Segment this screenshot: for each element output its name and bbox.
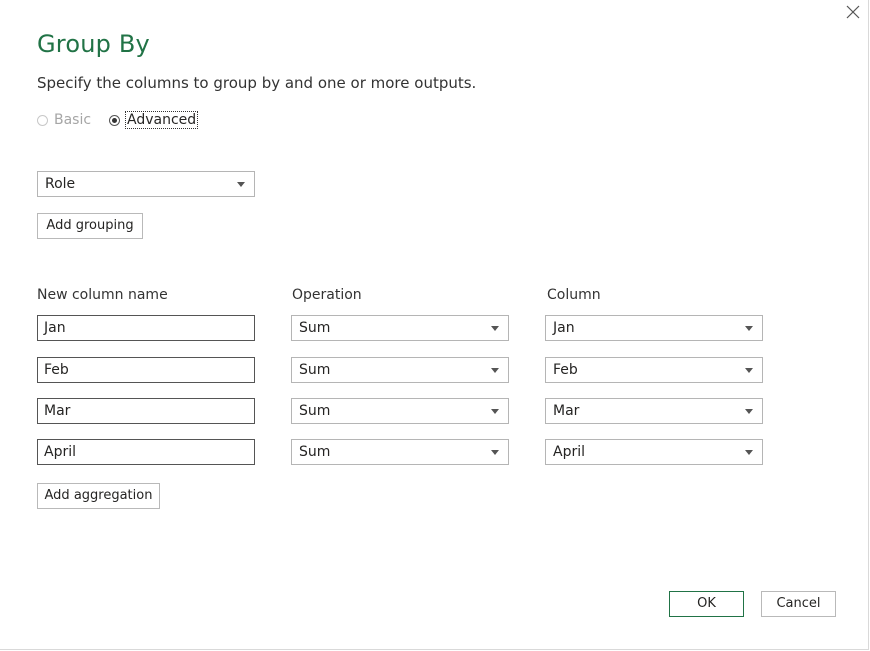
cancel-button[interactable]: Cancel	[761, 591, 836, 617]
column-dropdown[interactable]: April	[545, 439, 763, 465]
new-column-name-input[interactable]: Feb	[37, 357, 255, 383]
column-dropdown[interactable]: Feb	[545, 357, 763, 383]
add-aggregation-button[interactable]: Add aggregation	[37, 483, 160, 509]
operation-header: Operation	[292, 287, 362, 303]
new-column-name-input[interactable]: Mar	[37, 398, 255, 424]
column-dropdown[interactable]: Mar	[545, 398, 763, 424]
column-value: Feb	[553, 362, 578, 378]
column-value: April	[553, 444, 585, 460]
operation-value: Sum	[299, 362, 331, 378]
chevron-down-icon	[745, 450, 753, 455]
group-column-dropdown[interactable]: Role	[37, 171, 255, 197]
chevron-down-icon	[745, 409, 753, 414]
column-dropdown[interactable]: Jan	[545, 315, 763, 341]
operation-value: Sum	[299, 403, 331, 419]
ok-button[interactable]: OK	[669, 591, 744, 617]
operation-dropdown[interactable]: Sum	[291, 315, 509, 341]
chevron-down-icon	[491, 450, 499, 455]
chevron-down-icon	[745, 326, 753, 331]
group-column-value: Role	[45, 176, 76, 192]
advanced-radio-label: Advanced	[124, 111, 199, 129]
radio-circle-icon	[37, 114, 48, 126]
new-column-name-input[interactable]: April	[37, 439, 255, 465]
chevron-down-icon	[237, 182, 245, 187]
column-value: Mar	[553, 403, 580, 419]
chevron-down-icon	[491, 409, 499, 414]
column-header: Column	[547, 287, 601, 303]
operation-value: Sum	[299, 444, 331, 460]
chevron-down-icon	[491, 326, 499, 331]
group-by-dialog: Group By Specify the columns to group by…	[0, 0, 869, 650]
operation-value: Sum	[299, 320, 331, 336]
advanced-radio[interactable]: Advanced	[109, 110, 199, 130]
add-grouping-button[interactable]: Add grouping	[37, 213, 143, 239]
operation-dropdown[interactable]: Sum	[291, 357, 509, 383]
new-column-name-input[interactable]: Jan	[37, 315, 255, 341]
column-value: Jan	[553, 320, 575, 336]
basic-radio: Basic	[37, 110, 91, 130]
operation-dropdown[interactable]: Sum	[291, 439, 509, 465]
basic-radio-label: Basic	[54, 112, 92, 128]
close-icon[interactable]	[845, 4, 861, 20]
chevron-down-icon	[491, 368, 499, 373]
operation-dropdown[interactable]: Sum	[291, 398, 509, 424]
dialog-title: Group By	[37, 30, 150, 58]
dialog-subtitle: Specify the columns to group by and one …	[37, 74, 477, 92]
chevron-down-icon	[745, 368, 753, 373]
radio-selected-icon	[109, 114, 120, 126]
new-column-name-header: New column name	[37, 287, 168, 303]
